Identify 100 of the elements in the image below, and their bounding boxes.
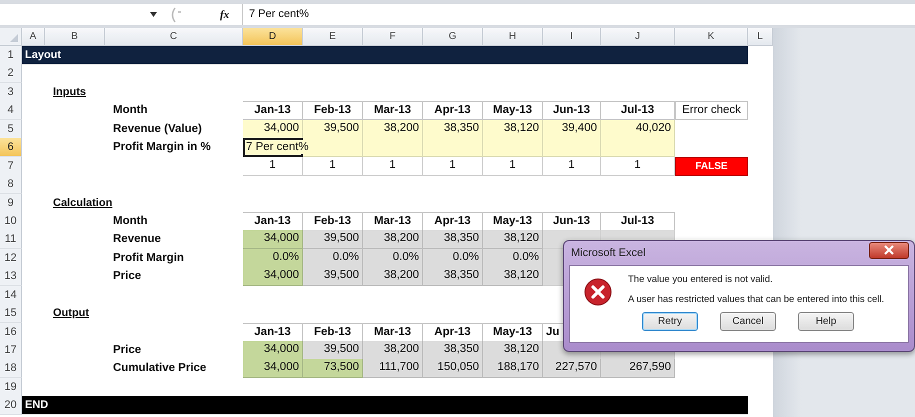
table-cell[interactable]: FALSE — [675, 156, 748, 176]
table-cell[interactable]: 38,200 — [363, 120, 423, 139]
table-cell[interactable]: Jul-13 — [601, 101, 675, 120]
table-cell[interactable]: 34,000 — [243, 230, 303, 250]
table-cell[interactable]: 150,050 — [423, 359, 483, 378]
table-cell[interactable]: 39,500 — [303, 267, 363, 286]
table-cell[interactable]: 73,500 — [303, 359, 363, 378]
input-cell[interactable] — [483, 138, 543, 158]
table-cell[interactable]: 111,700 — [363, 359, 423, 378]
table-cell[interactable]: 1 — [483, 156, 543, 176]
formula-field[interactable]: 7 Per cent% — [242, 4, 915, 25]
row-header[interactable]: 5 — [0, 120, 22, 139]
table-cell[interactable]: Jan-13 — [243, 212, 303, 231]
row-header[interactable]: 20 — [0, 396, 22, 416]
row-header[interactable]: 10 — [0, 212, 22, 231]
row-header[interactable]: 13 — [0, 267, 22, 286]
table-cell[interactable]: 1 — [601, 156, 675, 176]
row-header[interactable]: 2 — [0, 64, 22, 84]
table-cell[interactable]: 38,350 — [423, 267, 483, 286]
table-cell[interactable]: 38,120 — [483, 230, 543, 250]
input-cell[interactable] — [543, 138, 601, 158]
table-cell[interactable]: 0.0% — [363, 248, 423, 268]
function-label[interactable]: fx — [220, 8, 242, 20]
table-cell[interactable]: May-13 — [483, 101, 543, 120]
table-cell[interactable]: Jul-13 — [601, 212, 675, 231]
table-cell[interactable]: Apr-13 — [423, 322, 483, 342]
table-cell[interactable]: 1 — [543, 156, 601, 176]
column-header[interactable]: C — [105, 28, 243, 46]
row-header[interactable]: 4 — [0, 101, 22, 120]
table-cell[interactable]: 267,590 — [601, 359, 675, 378]
column-header[interactable]: D — [243, 28, 303, 46]
select-all-icon[interactable] — [10, 34, 18, 42]
table-cell[interactable]: 0.0% — [423, 248, 483, 268]
table-cell[interactable]: 1 — [243, 156, 303, 176]
table-cell[interactable]: 0.0% — [303, 248, 363, 268]
row-header[interactable]: 11 — [0, 230, 22, 250]
row-header[interactable]: 14 — [0, 286, 22, 305]
input-cell[interactable] — [363, 138, 423, 158]
table-cell[interactable]: 38,120 — [483, 120, 543, 139]
table-cell[interactable]: Mar-13 — [363, 101, 423, 120]
column-header[interactable]: J — [601, 28, 675, 46]
row-header[interactable]: 9 — [0, 194, 22, 212]
input-cell[interactable] — [423, 138, 483, 158]
column-header[interactable]: I — [543, 28, 601, 46]
table-cell[interactable]: 0.0% — [483, 248, 543, 268]
table-cell[interactable]: 1 — [303, 156, 363, 176]
row-header[interactable]: 3 — [0, 82, 22, 102]
row-header[interactable]: 19 — [0, 378, 22, 397]
dialog-button[interactable]: Help — [798, 312, 854, 331]
row-header[interactable]: 7 — [0, 156, 22, 176]
table-cell[interactable]: 34,000 — [243, 341, 303, 360]
table-cell[interactable]: 188,170 — [483, 359, 543, 378]
table-cell[interactable]: 39,500 — [303, 230, 363, 250]
table-cell[interactable]: Feb-13 — [303, 101, 363, 120]
table-cell[interactable]: 38,200 — [363, 230, 423, 250]
table-cell[interactable]: 34,000 — [243, 359, 303, 378]
table-cell[interactable]: Jan-13 — [243, 322, 303, 342]
row-header[interactable]: 12 — [0, 248, 22, 268]
column-header[interactable]: G — [423, 28, 483, 46]
table-cell[interactable]: 39,400 — [543, 120, 601, 139]
table-cell[interactable]: Feb-13 — [303, 322, 363, 342]
table-cell[interactable]: Apr-13 — [423, 212, 483, 231]
table-cell[interactable]: 38,350 — [423, 120, 483, 139]
table-cell[interactable]: Error check — [675, 101, 748, 120]
row-header[interactable]: 6 — [0, 138, 22, 158]
table-cell[interactable]: 227,570 — [543, 359, 601, 378]
column-header[interactable]: K — [675, 28, 748, 46]
column-header[interactable]: H — [483, 28, 543, 46]
column-header[interactable]: F — [363, 28, 423, 46]
table-cell[interactable]: 38,120 — [483, 341, 543, 360]
table-cell[interactable]: Mar-13 — [363, 322, 423, 342]
table-cell[interactable]: Feb-13 — [303, 212, 363, 231]
table-cell[interactable]: Mar-13 — [363, 212, 423, 231]
table-cell[interactable]: 0.0% — [243, 248, 303, 268]
table-cell[interactable]: May-13 — [483, 322, 543, 342]
table-cell[interactable]: May-13 — [483, 212, 543, 231]
row-header[interactable]: 16 — [0, 322, 22, 342]
table-cell[interactable]: 39,500 — [303, 341, 363, 360]
row-header[interactable]: 8 — [0, 175, 22, 194]
table-cell[interactable]: 40,020 — [601, 120, 675, 139]
dialog-button[interactable]: Cancel — [720, 312, 776, 331]
table-cell[interactable]: Jun-13 — [543, 212, 601, 231]
close-button[interactable] — [869, 242, 909, 258]
table-cell[interactable]: 38,200 — [363, 341, 423, 360]
table-cell[interactable]: 38,200 — [363, 267, 423, 286]
row-header[interactable]: 17 — [0, 341, 22, 360]
table-cell[interactable]: 38,350 — [423, 341, 483, 360]
input-cell[interactable] — [601, 138, 675, 158]
table-cell[interactable]: 38,350 — [423, 230, 483, 250]
dialog-button[interactable]: Retry — [642, 312, 698, 331]
table-cell[interactable]: 1 — [423, 156, 483, 176]
row-header[interactable]: 15 — [0, 304, 22, 324]
column-header[interactable]: E — [303, 28, 363, 46]
table-cell[interactable]: Jun-13 — [543, 101, 601, 120]
table-cell[interactable]: 1 — [363, 156, 423, 176]
column-header[interactable]: B — [45, 28, 105, 46]
table-cell[interactable]: Apr-13 — [423, 101, 483, 120]
table-cell[interactable]: 34,000 — [243, 120, 303, 139]
table-cell[interactable]: 39,500 — [303, 120, 363, 139]
table-cell[interactable]: Jan-13 — [243, 101, 303, 120]
